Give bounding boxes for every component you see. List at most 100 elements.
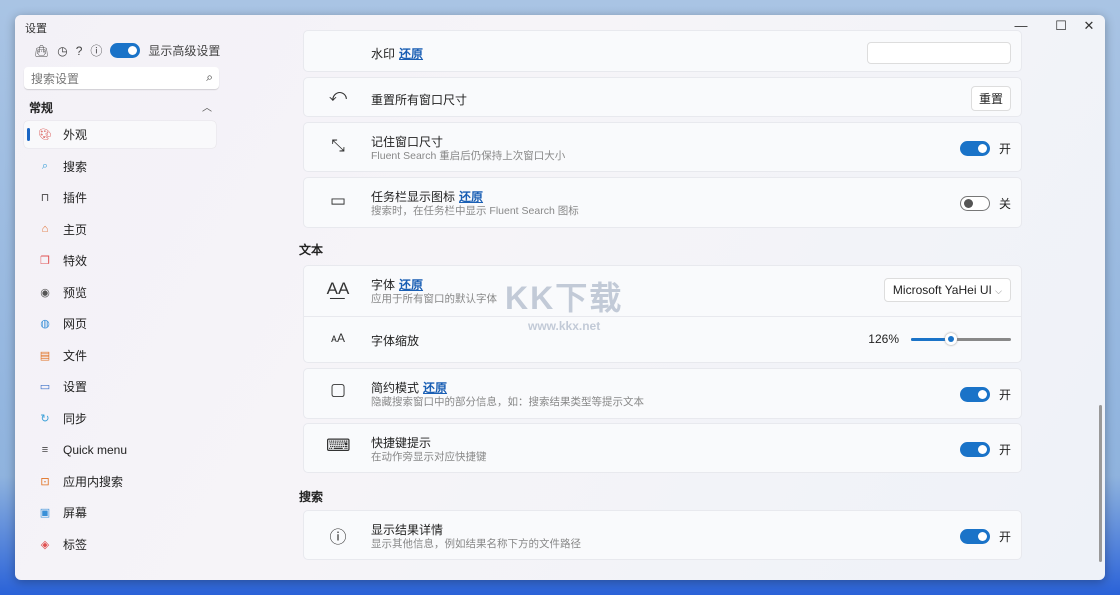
settings-window: 设置 — ☐ ✕ 👜︎ ◷ ? ⓘ 显示高级设置 搜索设置 ⌕ 常规 ︿ 🎨︎ 外… [15, 15, 1105, 580]
sidebar-item[interactable]: ↻ 同步 [24, 405, 216, 432]
remember-state: 开 [998, 142, 1011, 156]
sidebar-item-label: 主页 [63, 222, 88, 237]
home-icon: ⌂ [41, 223, 49, 235]
compact-reset-link[interactable]: 还原 [423, 381, 447, 395]
shortcut-hint-row: ⌨ 快捷键提示 在动作旁显示对应快捷键 开 [303, 423, 1022, 473]
reset-window-sizes-row: ⤺ 重置所有窗口尺寸 重置 [303, 77, 1022, 117]
font-icon: A͟A [326, 279, 350, 298]
taskbar-reset-link[interactable]: 还原 [459, 190, 483, 204]
sidebar-item-label: 外观 [63, 128, 88, 142]
scrollbar[interactable] [1099, 405, 1102, 562]
details-state: 开 [998, 530, 1011, 544]
globe-icon: ◍ [40, 318, 50, 330]
font-dropdown[interactable]: Microsoft YaHei UI ⌵ [883, 278, 1011, 302]
eye-icon: ◉ [40, 286, 50, 299]
screen-icon: ▣ [39, 507, 51, 519]
close-button[interactable]: ✕ [1075, 15, 1103, 37]
sidebar-item[interactable]: ≡ Quick menu [24, 436, 216, 463]
palette-icon: 🎨︎ [38, 129, 52, 141]
compact-title: 简约模式 [371, 381, 420, 395]
sync-icon: ↻ [40, 412, 50, 425]
advanced-settings-label: 显示高级设置 [148, 44, 221, 58]
compact-toggle[interactable] [959, 387, 990, 402]
rectangle-icon: ▢ [329, 380, 347, 399]
search-icon: ⌕ [206, 70, 213, 84]
effects-icon: ❐ [40, 255, 50, 267]
sidebar-item-label: 设置 [63, 380, 88, 394]
store-icon[interactable]: 👜︎ [34, 44, 49, 58]
sidebar-item-label: 网页 [63, 317, 88, 331]
sidebar-item[interactable]: ⌕ 搜索 [24, 153, 216, 180]
sidebar-item[interactable]: ❐ 特效 [24, 247, 216, 274]
app-search-icon: ⊡ [40, 475, 50, 488]
sidebar-item-label: 预览 [63, 285, 88, 300]
details-toggle[interactable] [959, 529, 990, 544]
taskbar-state: 关 [998, 197, 1011, 211]
file-icon: ▤ [39, 349, 51, 362]
text-section-header: 文本 [299, 243, 324, 257]
taskbar-toggle[interactable] [959, 196, 990, 211]
sidebar-item[interactable]: ▤ 文件 [24, 342, 216, 369]
info-icon[interactable]: ⓘ [90, 42, 102, 59]
sidebar-item[interactable]: ◍ 网页 [24, 310, 216, 337]
reset-button[interactable]: 重置 [970, 86, 1011, 111]
remember-size-row: ⤡ 记住窗口尺寸 Fluent Search 重启后仍保持上次窗口大小 开 [303, 122, 1022, 172]
watermark-title: 水印 [371, 47, 396, 61]
compact-desc: 隐藏搜索窗口中的部分信息，如：搜索结果类型等提示文本 [371, 396, 644, 408]
sidebar-item-label: 屏幕 [63, 506, 88, 520]
search-placeholder: 搜索设置 [31, 72, 80, 86]
font-reset-link[interactable]: 还原 [399, 278, 423, 292]
shortcut-toggle[interactable] [959, 442, 990, 457]
shortcut-desc: 在动作旁显示对应快捷键 [371, 451, 487, 463]
sidebar-item-label: 特效 [63, 254, 88, 268]
sidebar-item-label: Quick menu [63, 442, 128, 457]
remember-toggle[interactable] [959, 141, 990, 156]
font-scale-icon: ᴀA [331, 331, 345, 345]
search-section-header: 搜索 [299, 490, 324, 504]
font-group: A͟A 字体 还原 应用于所有窗口的默认字体 Microsoft YaHei UI… [303, 265, 1022, 363]
history-icon[interactable]: ◷ [57, 44, 67, 58]
compact-state: 开 [998, 388, 1011, 402]
sidebar-item-label: 标签 [63, 537, 88, 552]
reset-sizes-title: 重置所有窗口尺寸 [371, 93, 468, 107]
reset-icon: ⤺ [328, 86, 348, 105]
search-icon: ⌕ [41, 159, 49, 172]
tag-icon: ◈ [40, 538, 50, 551]
laptop-icon: ▭ [39, 381, 51, 393]
sidebar-item[interactable]: 🎨︎ 外观 [24, 121, 216, 148]
font-scale-title: 字体缩放 [371, 334, 420, 348]
help-icon[interactable]: ? [76, 44, 83, 58]
watermark-reset-link[interactable]: 还原 [399, 47, 423, 61]
sidebar-item[interactable]: ⊓ 插件 [24, 184, 216, 211]
taskbar-icon: ▭ [329, 191, 347, 210]
maximize-button[interactable]: ☐ [1047, 15, 1075, 37]
advanced-settings-toggle[interactable] [110, 43, 141, 58]
chevron-up-icon[interactable]: ︿ [202, 99, 212, 114]
search-settings-input[interactable]: 搜索设置 ⌕ [24, 67, 219, 89]
font-scale-value: 126% [868, 332, 899, 346]
shrink-arrows-icon: ⤡ [331, 136, 345, 155]
watermark-row: 水印 还原 [303, 30, 1022, 72]
taskbar-desc: 搜索时，在任务栏中显示 Fluent Search 图标 [371, 205, 579, 217]
sidebar-item[interactable]: ⌂ 主页 [24, 216, 216, 243]
details-desc: 显示其他信息，例如结果名称下方的文件路径 [371, 538, 581, 550]
sidebar-item[interactable]: ▣ 屏幕 [24, 499, 216, 526]
watermark-input[interactable] [867, 42, 1011, 64]
font-title: 字体 [371, 278, 396, 292]
sidebar-item[interactable]: ◉ 预览 [24, 279, 216, 306]
sidebar-item-label: 搜索 [63, 159, 88, 174]
keyboard-icon: ⌨ [326, 436, 351, 455]
menu-icon: ≡ [41, 443, 49, 456]
sidebar-item[interactable]: ◈ 标签 [24, 531, 216, 558]
sidebar-item[interactable]: ⊡ 应用内搜索 [24, 468, 216, 495]
font-desc: 应用于所有窗口的默认字体 [371, 293, 497, 305]
font-scale-slider[interactable] [911, 333, 1011, 345]
sidebar-item-label: 文件 [63, 348, 88, 363]
sidebar-item-label: 应用内搜索 [63, 474, 124, 489]
result-details-row: ⓘ 显示结果详情 显示其他信息，例如结果名称下方的文件路径 开 [303, 510, 1022, 560]
font-value: Microsoft YaHei UI [892, 283, 992, 297]
sidebar-item-label: 插件 [63, 191, 88, 205]
sidebar-item[interactable]: ▭ 设置 [24, 373, 216, 400]
bag-icon: ⊓ [40, 192, 50, 204]
shortcut-state: 开 [998, 443, 1011, 457]
